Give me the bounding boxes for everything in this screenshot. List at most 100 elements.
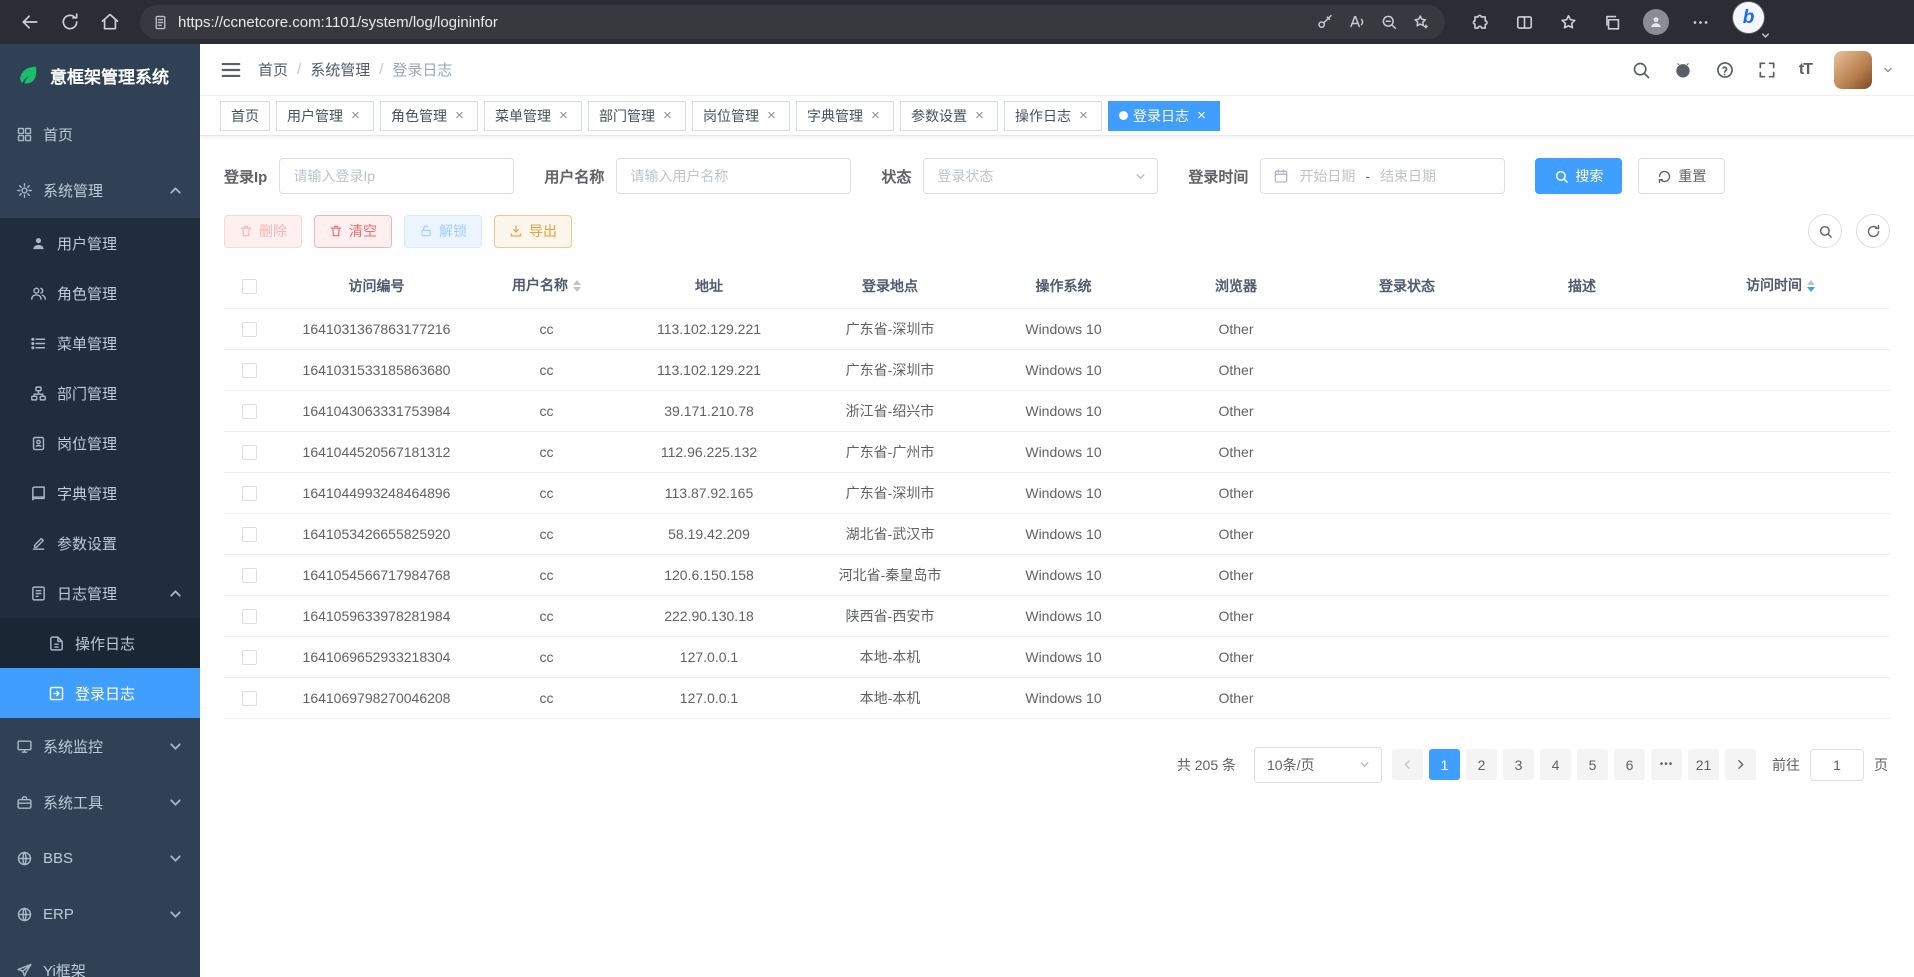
header-search-icon[interactable] xyxy=(1631,60,1651,80)
breadcrumb-section[interactable]: 系统管理 xyxy=(310,59,370,80)
status-select[interactable]: 登录状态 xyxy=(923,158,1158,194)
login-ip-input[interactable] xyxy=(279,158,514,194)
tab-dept-management[interactable]: 部门管理× xyxy=(588,101,686,131)
home-button[interactable] xyxy=(92,4,128,40)
browser-profile-avatar[interactable] xyxy=(1639,5,1673,39)
page-button-1[interactable]: 1 xyxy=(1429,749,1460,780)
reset-button[interactable]: 重置 xyxy=(1638,158,1725,194)
sort-icon[interactable] xyxy=(573,276,581,296)
export-button[interactable]: 导出 xyxy=(494,215,572,248)
help-icon[interactable] xyxy=(1715,60,1735,80)
zoom-out-icon[interactable] xyxy=(1373,7,1405,37)
page-button-2[interactable]: 2 xyxy=(1466,749,1497,780)
sidebar-item-bbs[interactable]: BBS xyxy=(0,830,200,886)
github-icon[interactable] xyxy=(1673,60,1693,80)
row-checkbox[interactable] xyxy=(242,404,257,419)
unlock-button[interactable]: 解锁 xyxy=(404,215,482,248)
page-button-6[interactable]: 6 xyxy=(1614,749,1645,780)
tab-param-settings[interactable]: 参数设置× xyxy=(900,101,998,131)
sort-icon[interactable] xyxy=(1807,276,1815,296)
read-aloud-icon[interactable] xyxy=(1341,7,1373,37)
row-checkbox[interactable] xyxy=(242,322,257,337)
bing-icon[interactable]: b xyxy=(1733,2,1764,33)
page-button-5[interactable]: 5 xyxy=(1577,749,1608,780)
delete-button[interactable]: 删除 xyxy=(224,215,302,248)
next-page-button[interactable] xyxy=(1725,749,1756,780)
site-info-icon[interactable] xyxy=(152,14,169,31)
close-icon[interactable]: × xyxy=(764,108,779,123)
row-checkbox[interactable] xyxy=(242,568,257,583)
close-icon[interactable]: × xyxy=(348,108,363,123)
close-icon[interactable]: × xyxy=(452,108,467,123)
sidebar-item-system-tools[interactable]: 系统工具 xyxy=(0,774,200,830)
close-icon[interactable]: × xyxy=(972,108,987,123)
sidebar-item-login-log[interactable]: 登录日志 xyxy=(0,668,200,718)
sidebar-item-dept-management[interactable]: 部门管理 xyxy=(0,368,200,418)
sidebar-item-yi-framework[interactable]: Yi框架 xyxy=(0,942,200,977)
close-icon[interactable]: × xyxy=(1076,108,1091,123)
date-range-picker[interactable]: 开始日期 - 结束日期 xyxy=(1260,158,1505,194)
sidebar-item-system-monitor[interactable]: 系统监控 xyxy=(0,718,200,774)
select-all-checkbox[interactable] xyxy=(242,279,257,294)
sidebar-item-menu-management[interactable]: 菜单管理 xyxy=(0,318,200,368)
search-button[interactable]: 搜索 xyxy=(1535,158,1622,194)
close-icon[interactable]: × xyxy=(868,108,883,123)
row-checkbox[interactable] xyxy=(242,363,257,378)
page-button-4[interactable]: 4 xyxy=(1540,749,1571,780)
page-button-21[interactable]: 21 xyxy=(1688,749,1719,780)
prev-page-button[interactable] xyxy=(1392,749,1423,780)
user-avatar[interactable] xyxy=(1834,51,1872,89)
split-screen-icon[interactable] xyxy=(1507,5,1541,39)
sidebar-item-param-settings[interactable]: 参数设置 xyxy=(0,518,200,568)
sidebar-item-log-management[interactable]: 日志管理 xyxy=(0,568,200,618)
sidebar-item-role-management[interactable]: 角色管理 xyxy=(0,268,200,318)
sidebar-item-erp[interactable]: ERP xyxy=(0,886,200,942)
sidebar-item-dict-management[interactable]: 字典管理 xyxy=(0,468,200,518)
tab-menu-management[interactable]: 菜单管理× xyxy=(484,101,582,131)
fullscreen-icon[interactable] xyxy=(1757,60,1777,80)
bing-sidebar-button[interactable]: b xyxy=(1733,2,1769,42)
refresh-table-button[interactable] xyxy=(1856,214,1890,248)
sidebar-item-system-management[interactable]: 系统管理 xyxy=(0,162,200,218)
row-checkbox[interactable] xyxy=(242,609,257,624)
close-icon[interactable]: × xyxy=(660,108,675,123)
close-icon[interactable]: × xyxy=(1194,108,1209,123)
sidebar-item-user-management[interactable]: 用户管理 xyxy=(0,218,200,268)
back-button[interactable] xyxy=(12,4,48,40)
favorite-star-icon[interactable] xyxy=(1405,7,1437,37)
goto-page-input[interactable] xyxy=(1810,749,1864,781)
password-key-icon[interactable] xyxy=(1309,7,1341,37)
breadcrumb-home[interactable]: 首页 xyxy=(258,59,288,80)
font-size-icon[interactable]: tT xyxy=(1799,61,1812,79)
page-size-select[interactable]: 10条/页 xyxy=(1254,747,1382,783)
start-date-placeholder[interactable]: 开始日期 xyxy=(1299,166,1355,186)
tab-home[interactable]: 首页 xyxy=(220,101,270,131)
sidebar-item-home[interactable]: 首页 xyxy=(0,106,200,162)
end-date-placeholder[interactable]: 结束日期 xyxy=(1380,166,1436,186)
row-checkbox[interactable] xyxy=(242,691,257,706)
sidebar-toggle-icon[interactable] xyxy=(220,59,242,81)
more-pages-button[interactable]: ••• xyxy=(1651,749,1682,780)
tab-dict-management[interactable]: 字典管理× xyxy=(796,101,894,131)
col-access-time[interactable]: 访问时间 xyxy=(1671,264,1890,308)
col-username[interactable]: 用户名称 xyxy=(479,264,614,308)
sidebar-item-operation-log[interactable]: 操作日志 xyxy=(0,618,200,668)
collections-icon[interactable] xyxy=(1595,5,1629,39)
extensions-icon[interactable] xyxy=(1463,5,1497,39)
close-icon[interactable]: × xyxy=(556,108,571,123)
sidebar-item-post-management[interactable]: 岗位管理 xyxy=(0,418,200,468)
show-search-toggle-button[interactable] xyxy=(1808,214,1842,248)
row-checkbox[interactable] xyxy=(242,527,257,542)
favorites-bar-icon[interactable] xyxy=(1551,5,1585,39)
browser-menu-icon[interactable] xyxy=(1683,5,1717,39)
tab-user-management[interactable]: 用户管理× xyxy=(276,101,374,131)
row-checkbox[interactable] xyxy=(242,486,257,501)
row-checkbox[interactable] xyxy=(242,445,257,460)
page-button-3[interactable]: 3 xyxy=(1503,749,1534,780)
address-bar[interactable]: https://ccnetcore.com:1101/system/log/lo… xyxy=(140,5,1445,39)
tab-operation-log[interactable]: 操作日志× xyxy=(1004,101,1102,131)
row-checkbox[interactable] xyxy=(242,650,257,665)
tab-role-management[interactable]: 角色管理× xyxy=(380,101,478,131)
tab-post-management[interactable]: 岗位管理× xyxy=(692,101,790,131)
username-input[interactable] xyxy=(616,158,851,194)
